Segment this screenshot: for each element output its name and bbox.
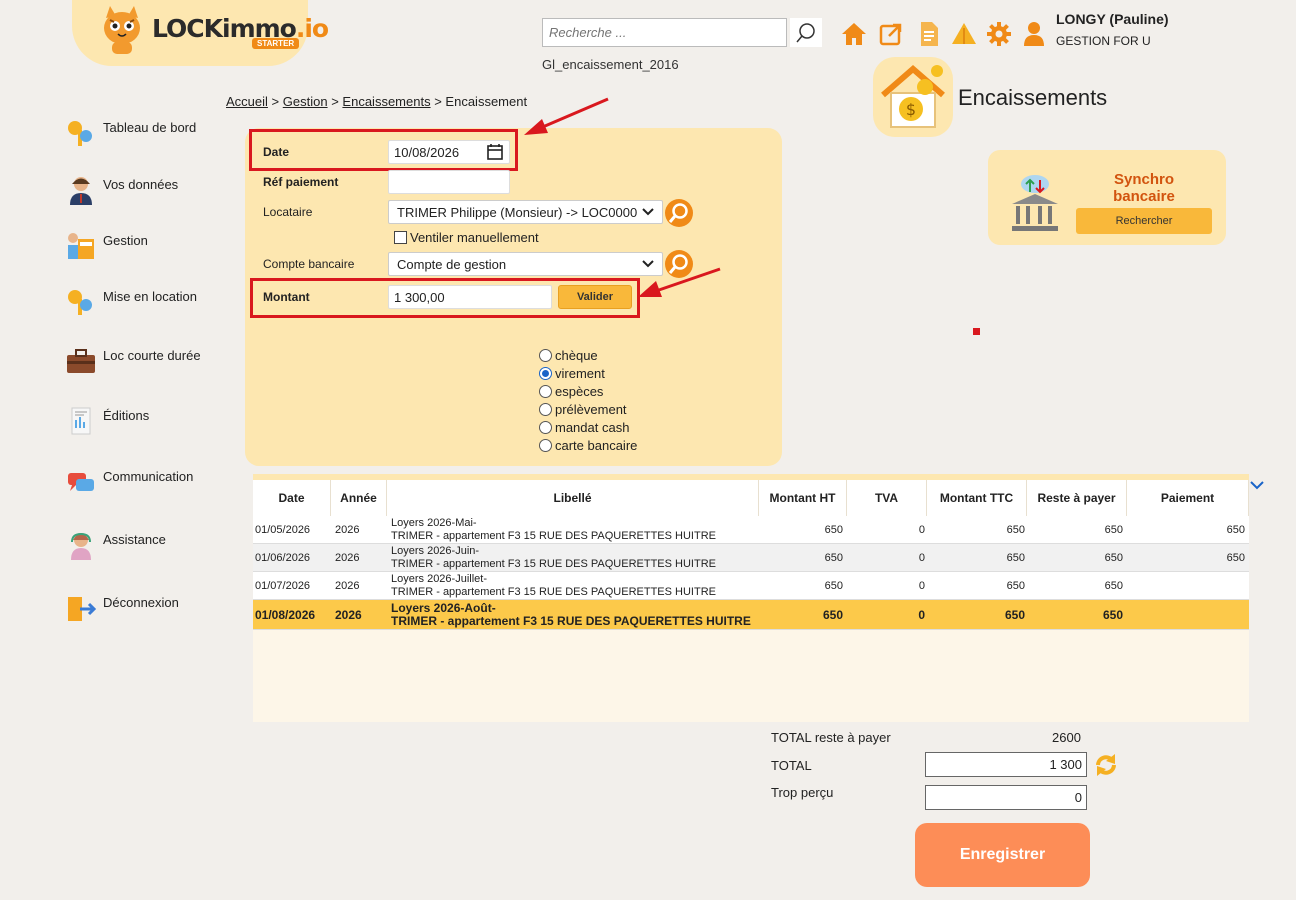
alert-icon[interactable] <box>951 20 977 48</box>
sidebar-item-editions[interactable]: Éditions <box>66 406 149 436</box>
col-header-montant-ttc[interactable]: Montant TTC <box>927 480 1027 516</box>
keys-icon <box>68 121 92 146</box>
brand-name: LOCKimmo.io <box>152 14 329 43</box>
support-icon <box>71 532 91 560</box>
document-icon[interactable] <box>916 20 942 48</box>
cat-mascot-icon <box>104 6 140 54</box>
col-header-reste[interactable]: Reste à payer <box>1027 480 1127 516</box>
breadcrumb-accueil[interactable]: Accueil <box>226 94 268 109</box>
search-icon <box>796 22 815 42</box>
sidebar-item-mise-en-location[interactable]: Mise en location <box>66 287 197 317</box>
magnifier-icon <box>668 203 688 223</box>
person-icon <box>70 177 92 205</box>
compte-bancaire-label: Compte bancaire <box>263 257 355 271</box>
annotation-box-date <box>249 129 518 171</box>
enregistrer-button[interactable]: Enregistrer <box>915 823 1090 887</box>
radio-especes[interactable]: espèces <box>539 382 637 400</box>
encaissements-icon: $ <box>873 57 953 137</box>
compte-bancaire-select[interactable]: Compte de gestion <box>388 252 663 276</box>
locataire-label: Locataire <box>263 205 313 219</box>
sidebar-item-deconnexion[interactable]: Déconnexion <box>66 593 179 623</box>
radio-mandat-cash[interactable]: mandat cash <box>539 418 637 436</box>
ventiler-checkbox[interactable]: Ventiler manuellement <box>394 230 539 245</box>
red-marker <box>973 328 980 335</box>
sidebar-item-gestion[interactable]: Gestion <box>66 231 148 261</box>
plan-badge: STARTER <box>252 38 300 49</box>
external-link-icon[interactable] <box>878 20 904 48</box>
gear-icon[interactable] <box>986 20 1012 48</box>
chevron-down-icon[interactable] <box>1250 480 1264 490</box>
checkbox-box[interactable] <box>394 231 407 244</box>
user-icon[interactable] <box>1021 20 1047 48</box>
chevron-down-icon <box>642 208 654 216</box>
sidebar-item-communication[interactable]: Communication <box>66 467 193 497</box>
sidebar-item-vos-donnees[interactable]: Vos données <box>66 175 178 205</box>
total-input[interactable]: 1 300 <box>925 752 1087 777</box>
radio-virement[interactable]: virement <box>539 364 637 382</box>
radio-prelevement[interactable]: prélèvement <box>539 400 637 418</box>
sidebar-item-assistance[interactable]: Assistance <box>66 530 166 560</box>
col-header-montant-ht[interactable]: Montant HT <box>759 480 847 516</box>
table-row[interactable]: 01/06/2026 2026 Loyers 2026-Juin- TRIMER … <box>253 544 1249 572</box>
annotation-arrow-date <box>524 97 609 135</box>
rechercher-button[interactable]: Rechercher <box>1076 208 1212 234</box>
chat-icon <box>68 473 94 491</box>
breadcrumb: Accueil > Gestion > Encaissements > Enca… <box>226 94 528 109</box>
trop-percu-label: Trop perçu <box>771 785 834 800</box>
calculator-icon <box>68 233 94 259</box>
annotation-box-montant <box>250 278 640 318</box>
breadcrumb-encaissements[interactable]: Encaissements <box>342 94 430 109</box>
file-name: Gl_encaissement_2016 <box>542 57 679 72</box>
table-row-selected[interactable]: 01/08/2026 2026 Loyers 2026-Août- TRIMER … <box>253 600 1249 630</box>
svg-text:$: $ <box>906 100 916 119</box>
ref-paiement-label: Réf paiement <box>263 175 339 189</box>
bank-sync-icon <box>1012 175 1058 231</box>
sidebar-item-loc-courte-duree[interactable]: Loc courte durée <box>66 346 201 376</box>
page-title: Encaissements <box>958 85 1108 110</box>
radio-carte-bancaire[interactable]: carte bancaire <box>539 436 637 454</box>
ref-paiement-input[interactable] <box>388 170 510 194</box>
user-company: GESTION FOR U <box>1056 34 1151 48</box>
table-row[interactable]: 01/07/2026 2026 Loyers 2026-Juillet- TRIM… <box>253 572 1249 600</box>
col-header-tva[interactable]: TVA <box>847 480 927 516</box>
synchro-title: Synchro bancaire <box>1113 171 1175 205</box>
col-header-annee[interactable]: Année <box>331 480 387 516</box>
col-header-date[interactable]: Date <box>253 480 331 516</box>
total-label: TOTAL <box>771 758 812 773</box>
total-reste-label: TOTAL reste à payer <box>771 730 891 745</box>
annotation-arrow-montant <box>638 267 721 297</box>
locataire-search-button[interactable] <box>665 199 693 227</box>
locataire-select[interactable]: TRIMER Philippe (Monsieur) -> LOC0000 <box>388 200 663 224</box>
logout-icon <box>68 597 96 621</box>
home-icon[interactable] <box>841 20 867 48</box>
sidebar-item-tableau-de-bord[interactable]: Tableau de bord <box>66 118 196 148</box>
radio-cheque[interactable]: chèque <box>539 346 637 364</box>
search-input[interactable] <box>542 18 787 47</box>
logo[interactable]: LOCKimmo.io STARTER <box>72 0 329 66</box>
payment-mode-group: chèque virement espèces prélèvement mand… <box>539 346 637 454</box>
user-name: LONGY (Pauline) <box>1056 11 1169 27</box>
keys-icon <box>68 290 92 315</box>
suitcase-icon <box>67 349 95 373</box>
col-header-libelle[interactable]: Libellé <box>387 480 759 516</box>
breadcrumb-gestion[interactable]: Gestion <box>283 94 328 109</box>
col-header-paiement[interactable]: Paiement <box>1127 480 1249 516</box>
report-icon <box>71 407 91 435</box>
refresh-icon[interactable] <box>1093 752 1119 778</box>
total-reste-value: 2600 <box>1052 730 1081 745</box>
trop-percu-input[interactable]: 0 <box>925 785 1087 810</box>
table-row[interactable]: 01/05/2026 2026 Loyers 2026-Mai- TRIMER -… <box>253 516 1249 544</box>
search-button[interactable] <box>790 18 822 47</box>
